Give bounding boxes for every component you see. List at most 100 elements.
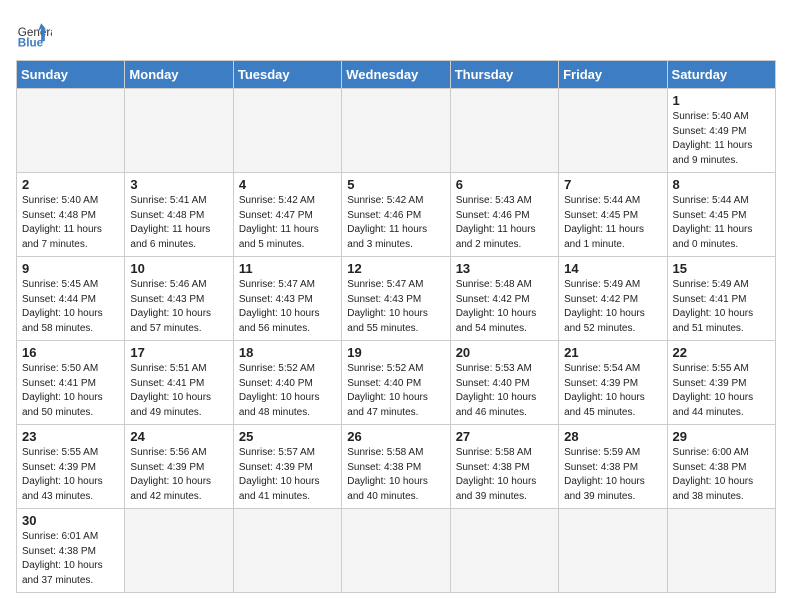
day-info: Sunrise: 5:51 AM Sunset: 4:41 PM Dayligh… xyxy=(130,362,227,420)
day-number: 9 xyxy=(22,261,119,276)
day-info: Sunrise: 5:41 AM Sunset: 4:48 PM Dayligh… xyxy=(130,194,227,252)
col-header-friday: Friday xyxy=(559,61,667,89)
day-number: 22 xyxy=(673,345,770,360)
col-header-monday: Monday xyxy=(125,61,233,89)
day-info: Sunrise: 5:50 AM Sunset: 4:41 PM Dayligh… xyxy=(22,362,119,420)
day-info: Sunrise: 5:52 AM Sunset: 4:40 PM Dayligh… xyxy=(347,362,444,420)
calendar-cell xyxy=(17,89,125,173)
calendar-cell: 23Sunrise: 5:55 AM Sunset: 4:39 PM Dayli… xyxy=(17,425,125,509)
day-info: Sunrise: 5:49 AM Sunset: 4:42 PM Dayligh… xyxy=(564,278,661,336)
day-number: 21 xyxy=(564,345,661,360)
calendar-cell: 3 Sunrise: 5:41 AM Sunset: 4:48 PM Daylig… xyxy=(125,173,233,257)
calendar-cell: 18Sunrise: 5:52 AM Sunset: 4:40 PM Dayli… xyxy=(233,341,341,425)
day-info: Sunrise: 5:42 AM Sunset: 4:46 PM Dayligh… xyxy=(347,194,444,252)
day-info: Sunrise: 5:53 AM Sunset: 4:40 PM Dayligh… xyxy=(456,362,553,420)
calendar-cell: 1 Sunrise: 5:40 AM Sunset: 4:49 PM Daylig… xyxy=(667,89,775,173)
calendar-cell xyxy=(450,509,558,593)
day-number: 1 xyxy=(673,93,770,108)
day-number: 7 xyxy=(564,177,661,192)
day-number: 8 xyxy=(673,177,770,192)
day-number: 3 xyxy=(130,177,227,192)
day-info: Sunrise: 5:44 AM Sunset: 4:45 PM Dayligh… xyxy=(673,194,770,252)
day-number: 25 xyxy=(239,429,336,444)
day-number: 30 xyxy=(22,513,119,528)
col-header-wednesday: Wednesday xyxy=(342,61,450,89)
calendar-cell xyxy=(342,89,450,173)
day-info: Sunrise: 5:43 AM Sunset: 4:46 PM Dayligh… xyxy=(456,194,553,252)
day-number: 6 xyxy=(456,177,553,192)
col-header-thursday: Thursday xyxy=(450,61,558,89)
day-info: Sunrise: 5:44 AM Sunset: 4:45 PM Dayligh… xyxy=(564,194,661,252)
header: General Blue xyxy=(16,16,776,52)
calendar-cell: 4 Sunrise: 5:42 AM Sunset: 4:47 PM Daylig… xyxy=(233,173,341,257)
calendar-cell: 9Sunrise: 5:45 AM Sunset: 4:44 PM Daylig… xyxy=(17,257,125,341)
calendar-cell xyxy=(450,89,558,173)
day-number: 28 xyxy=(564,429,661,444)
day-number: 16 xyxy=(22,345,119,360)
calendar-cell xyxy=(342,509,450,593)
calendar-cell: 14 Sunrise: 5:49 AM Sunset: 4:42 PM Dayli… xyxy=(559,257,667,341)
calendar-cell: 16 Sunrise: 5:50 AM Sunset: 4:41 PM Dayli… xyxy=(17,341,125,425)
day-info: Sunrise: 5:59 AM Sunset: 4:38 PM Dayligh… xyxy=(564,446,661,504)
day-number: 2 xyxy=(22,177,119,192)
day-number: 20 xyxy=(456,345,553,360)
calendar-cell: 17 Sunrise: 5:51 AM Sunset: 4:41 PM Dayli… xyxy=(125,341,233,425)
calendar-cell xyxy=(233,509,341,593)
calendar-cell xyxy=(233,89,341,173)
col-header-tuesday: Tuesday xyxy=(233,61,341,89)
day-number: 11 xyxy=(239,261,336,276)
calendar-cell: 28 Sunrise: 5:59 AM Sunset: 4:38 PM Dayli… xyxy=(559,425,667,509)
svg-text:Blue: Blue xyxy=(18,37,44,50)
day-info: Sunrise: 5:47 AM Sunset: 4:43 PM Dayligh… xyxy=(239,278,336,336)
calendar-cell: 12 Sunrise: 5:47 AM Sunset: 4:43 PM Dayli… xyxy=(342,257,450,341)
calendar-cell: 19 Sunrise: 5:52 AM Sunset: 4:40 PM Dayli… xyxy=(342,341,450,425)
calendar-cell xyxy=(559,509,667,593)
calendar-cell: 13Sunrise: 5:48 AM Sunset: 4:42 PM Dayli… xyxy=(450,257,558,341)
day-number: 4 xyxy=(239,177,336,192)
logo: General Blue xyxy=(16,16,52,52)
day-number: 29 xyxy=(673,429,770,444)
calendar-cell: 15 Sunrise: 5:49 AM Sunset: 4:41 PM Dayli… xyxy=(667,257,775,341)
calendar-cell: 26Sunrise: 5:58 AM Sunset: 4:38 PM Dayli… xyxy=(342,425,450,509)
col-header-saturday: Saturday xyxy=(667,61,775,89)
logo-icon: General Blue xyxy=(16,16,52,52)
calendar-cell xyxy=(559,89,667,173)
calendar-cell: 7 Sunrise: 5:44 AM Sunset: 4:45 PM Daylig… xyxy=(559,173,667,257)
calendar-cell: 10Sunrise: 5:46 AM Sunset: 4:43 PM Dayli… xyxy=(125,257,233,341)
day-number: 26 xyxy=(347,429,444,444)
day-info: Sunrise: 5:56 AM Sunset: 4:39 PM Dayligh… xyxy=(130,446,227,504)
day-number: 18 xyxy=(239,345,336,360)
calendar-cell: 30 Sunrise: 6:01 AM Sunset: 4:38 PM Dayli… xyxy=(17,509,125,593)
day-number: 13 xyxy=(456,261,553,276)
calendar-cell: 25 Sunrise: 5:57 AM Sunset: 4:39 PM Dayli… xyxy=(233,425,341,509)
calendar-cell: 6 Sunrise: 5:43 AM Sunset: 4:46 PM Daylig… xyxy=(450,173,558,257)
day-info: Sunrise: 5:49 AM Sunset: 4:41 PM Dayligh… xyxy=(673,278,770,336)
day-info: Sunrise: 5:54 AM Sunset: 4:39 PM Dayligh… xyxy=(564,362,661,420)
calendar-cell: 24Sunrise: 5:56 AM Sunset: 4:39 PM Dayli… xyxy=(125,425,233,509)
day-number: 14 xyxy=(564,261,661,276)
day-info: Sunrise: 5:40 AM Sunset: 4:48 PM Dayligh… xyxy=(22,194,119,252)
calendar-cell: 2 Sunrise: 5:40 AM Sunset: 4:48 PM Daylig… xyxy=(17,173,125,257)
day-number: 19 xyxy=(347,345,444,360)
calendar-cell: 21 Sunrise: 5:54 AM Sunset: 4:39 PM Dayli… xyxy=(559,341,667,425)
calendar-cell: 27Sunrise: 5:58 AM Sunset: 4:38 PM Dayli… xyxy=(450,425,558,509)
day-info: Sunrise: 5:40 AM Sunset: 4:49 PM Dayligh… xyxy=(673,110,770,168)
day-number: 23 xyxy=(22,429,119,444)
day-number: 15 xyxy=(673,261,770,276)
calendar-header-row: SundayMondayTuesdayWednesdayThursdayFrid… xyxy=(17,61,776,89)
day-number: 5 xyxy=(347,177,444,192)
day-number: 12 xyxy=(347,261,444,276)
calendar-cell: 11 Sunrise: 5:47 AM Sunset: 4:43 PM Dayli… xyxy=(233,257,341,341)
day-number: 17 xyxy=(130,345,227,360)
day-info: Sunrise: 5:55 AM Sunset: 4:39 PM Dayligh… xyxy=(673,362,770,420)
calendar-cell: 29 Sunrise: 6:00 AM Sunset: 4:38 PM Dayli… xyxy=(667,425,775,509)
day-number: 10 xyxy=(130,261,227,276)
day-info: Sunrise: 5:58 AM Sunset: 4:38 PM Dayligh… xyxy=(456,446,553,504)
day-info: Sunrise: 6:01 AM Sunset: 4:38 PM Dayligh… xyxy=(22,530,119,588)
calendar-cell: 22 Sunrise: 5:55 AM Sunset: 4:39 PM Dayli… xyxy=(667,341,775,425)
day-info: Sunrise: 6:00 AM Sunset: 4:38 PM Dayligh… xyxy=(673,446,770,504)
day-info: Sunrise: 5:42 AM Sunset: 4:47 PM Dayligh… xyxy=(239,194,336,252)
calendar-cell: 8 Sunrise: 5:44 AM Sunset: 4:45 PM Daylig… xyxy=(667,173,775,257)
day-info: Sunrise: 5:47 AM Sunset: 4:43 PM Dayligh… xyxy=(347,278,444,336)
day-info: Sunrise: 5:57 AM Sunset: 4:39 PM Dayligh… xyxy=(239,446,336,504)
